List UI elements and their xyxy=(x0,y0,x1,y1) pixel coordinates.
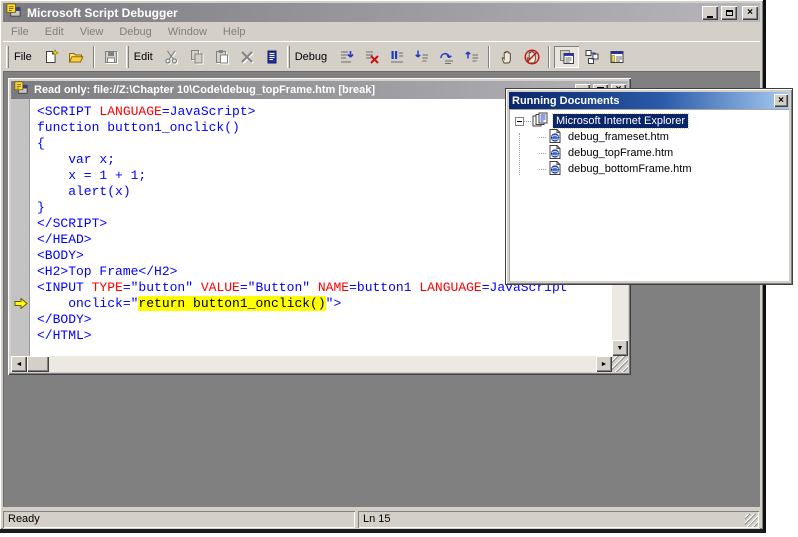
toggle-breakpoint-icon xyxy=(499,49,515,65)
menu-item-help[interactable]: Help xyxy=(215,24,254,40)
running-documents-tree: Microsoft Internet Explorer debug_frames… xyxy=(509,109,789,281)
save-button[interactable] xyxy=(99,46,124,68)
menu-item-file[interactable]: File xyxy=(3,24,37,40)
break-icon xyxy=(389,49,405,65)
step-into-button[interactable] xyxy=(409,46,434,68)
tree-connector xyxy=(539,169,546,170)
code-line-13: onclick="return button1_onclick()"> xyxy=(37,296,612,312)
delete-icon xyxy=(239,49,255,65)
line-indicator: Ln 15 xyxy=(358,511,759,528)
break-button[interactable] xyxy=(384,46,409,68)
close-button[interactable]: × xyxy=(742,6,758,20)
stop-debugging-button[interactable] xyxy=(359,46,384,68)
new-document-button[interactable] xyxy=(39,46,64,68)
html-document-icon xyxy=(547,160,563,179)
tree-connector xyxy=(524,121,531,122)
paste-button[interactable] xyxy=(210,46,235,68)
toolbar-separator xyxy=(93,46,95,68)
view-source-button[interactable] xyxy=(260,46,285,68)
status-bar: Ready Ln 15 xyxy=(3,507,760,529)
open-folder-icon xyxy=(68,49,84,65)
running-documents-close-button[interactable]: × xyxy=(774,94,788,107)
menu-item-debug[interactable]: Debug xyxy=(111,24,159,40)
toolbar-edit-label: Edit xyxy=(134,51,153,63)
save-icon xyxy=(103,49,119,65)
menu-bar: FileEditViewDebugWindowHelp xyxy=(3,23,760,41)
copy-button[interactable] xyxy=(185,46,210,68)
title-bar[interactable]: Microsoft Script Debugger × xyxy=(3,3,760,22)
horizontal-scroll-thumb[interactable] xyxy=(27,356,49,372)
tree-connector xyxy=(539,137,546,138)
close-icon: × xyxy=(778,96,784,106)
toggle-breakpoint-button[interactable] xyxy=(494,46,519,68)
toolbar-separator xyxy=(488,46,490,68)
copy-icon xyxy=(189,49,205,65)
tree-connector xyxy=(539,153,546,154)
paste-icon xyxy=(214,49,230,65)
status-message: Ready xyxy=(3,511,355,528)
step-over-icon xyxy=(439,49,455,65)
cut-button[interactable] xyxy=(160,46,185,68)
running-documents-title: Running Documents xyxy=(512,95,774,107)
document-icon xyxy=(14,81,28,100)
step-out-button[interactable] xyxy=(459,46,484,68)
minimize-button[interactable] xyxy=(702,6,718,20)
run-icon xyxy=(339,49,355,65)
menu-item-edit[interactable]: Edit xyxy=(37,24,72,40)
run-button[interactable] xyxy=(334,46,359,68)
tree-item-label: debug_frameset.htm xyxy=(566,130,671,144)
toolbar-debug-label: Debug xyxy=(295,51,327,63)
tree-item-label: Microsoft Internet Explorer xyxy=(553,114,688,128)
cut-icon xyxy=(164,49,180,65)
scroll-right-button[interactable]: ► xyxy=(596,356,612,372)
clear-breakpoints-icon xyxy=(524,49,540,65)
delete-button[interactable] xyxy=(235,46,260,68)
window-resize-grip[interactable] xyxy=(745,514,758,527)
code-line-14: </BODY> xyxy=(37,312,612,328)
toolbar-grabber[interactable] xyxy=(6,46,9,68)
document-title: Read only: file://Z:\Chapter 10\Code\deb… xyxy=(34,84,572,96)
stop-debugging-icon xyxy=(364,49,380,65)
editor-gutter[interactable] xyxy=(11,99,30,356)
running-documents-title-bar[interactable]: Running Documents × xyxy=(509,92,789,109)
call-stack-icon xyxy=(584,49,600,65)
menu-item-view[interactable]: View xyxy=(72,24,112,40)
open-button[interactable] xyxy=(64,46,89,68)
call-stack-button[interactable] xyxy=(579,46,604,68)
close-icon: × xyxy=(747,8,753,18)
clear-breakpoints-button[interactable] xyxy=(519,46,544,68)
toolbar-file-label: File xyxy=(14,51,32,63)
minimize-icon xyxy=(707,16,713,18)
maximize-button[interactable] xyxy=(721,6,737,20)
running-documents-window: Running Documents × Microsoft Internet E… xyxy=(505,88,793,285)
toolbar-grabber[interactable] xyxy=(126,46,129,68)
code-line-15: </HTML> xyxy=(37,328,612,344)
scroll-left-button[interactable]: ◄ xyxy=(11,356,27,372)
menu-item-window[interactable]: Window xyxy=(160,24,215,40)
window-title: Microsoft Script Debugger xyxy=(27,6,699,20)
toolbar-grabber[interactable] xyxy=(287,46,290,68)
toolbar-separator xyxy=(548,46,550,68)
tree-item-debug_bottomFrame-htm[interactable]: debug_bottomFrame.htm xyxy=(509,161,789,177)
toolbar: File Edit xyxy=(3,41,760,71)
horizontal-scrollbar[interactable]: ◄ ► xyxy=(11,356,612,372)
maximize-icon xyxy=(726,10,733,16)
command-window-icon xyxy=(609,49,625,65)
scroll-down-button[interactable]: ▼ xyxy=(612,340,628,356)
step-over-button[interactable] xyxy=(434,46,459,68)
view-source-icon xyxy=(264,49,280,65)
running-documents-icon xyxy=(559,49,575,65)
tree-item-label: debug_topFrame.htm xyxy=(566,146,675,160)
app-icon xyxy=(6,3,21,23)
running-documents-button[interactable] xyxy=(554,46,579,68)
current-statement-arrow-icon xyxy=(14,298,28,309)
command-window-button[interactable] xyxy=(604,46,629,68)
step-out-icon xyxy=(464,49,480,65)
tree-item-label: debug_bottomFrame.htm xyxy=(566,162,694,176)
step-into-icon xyxy=(414,49,430,65)
new-document-icon xyxy=(43,49,59,65)
tree-collapse-icon[interactable] xyxy=(515,117,524,126)
document-resize-grip[interactable] xyxy=(612,356,628,372)
